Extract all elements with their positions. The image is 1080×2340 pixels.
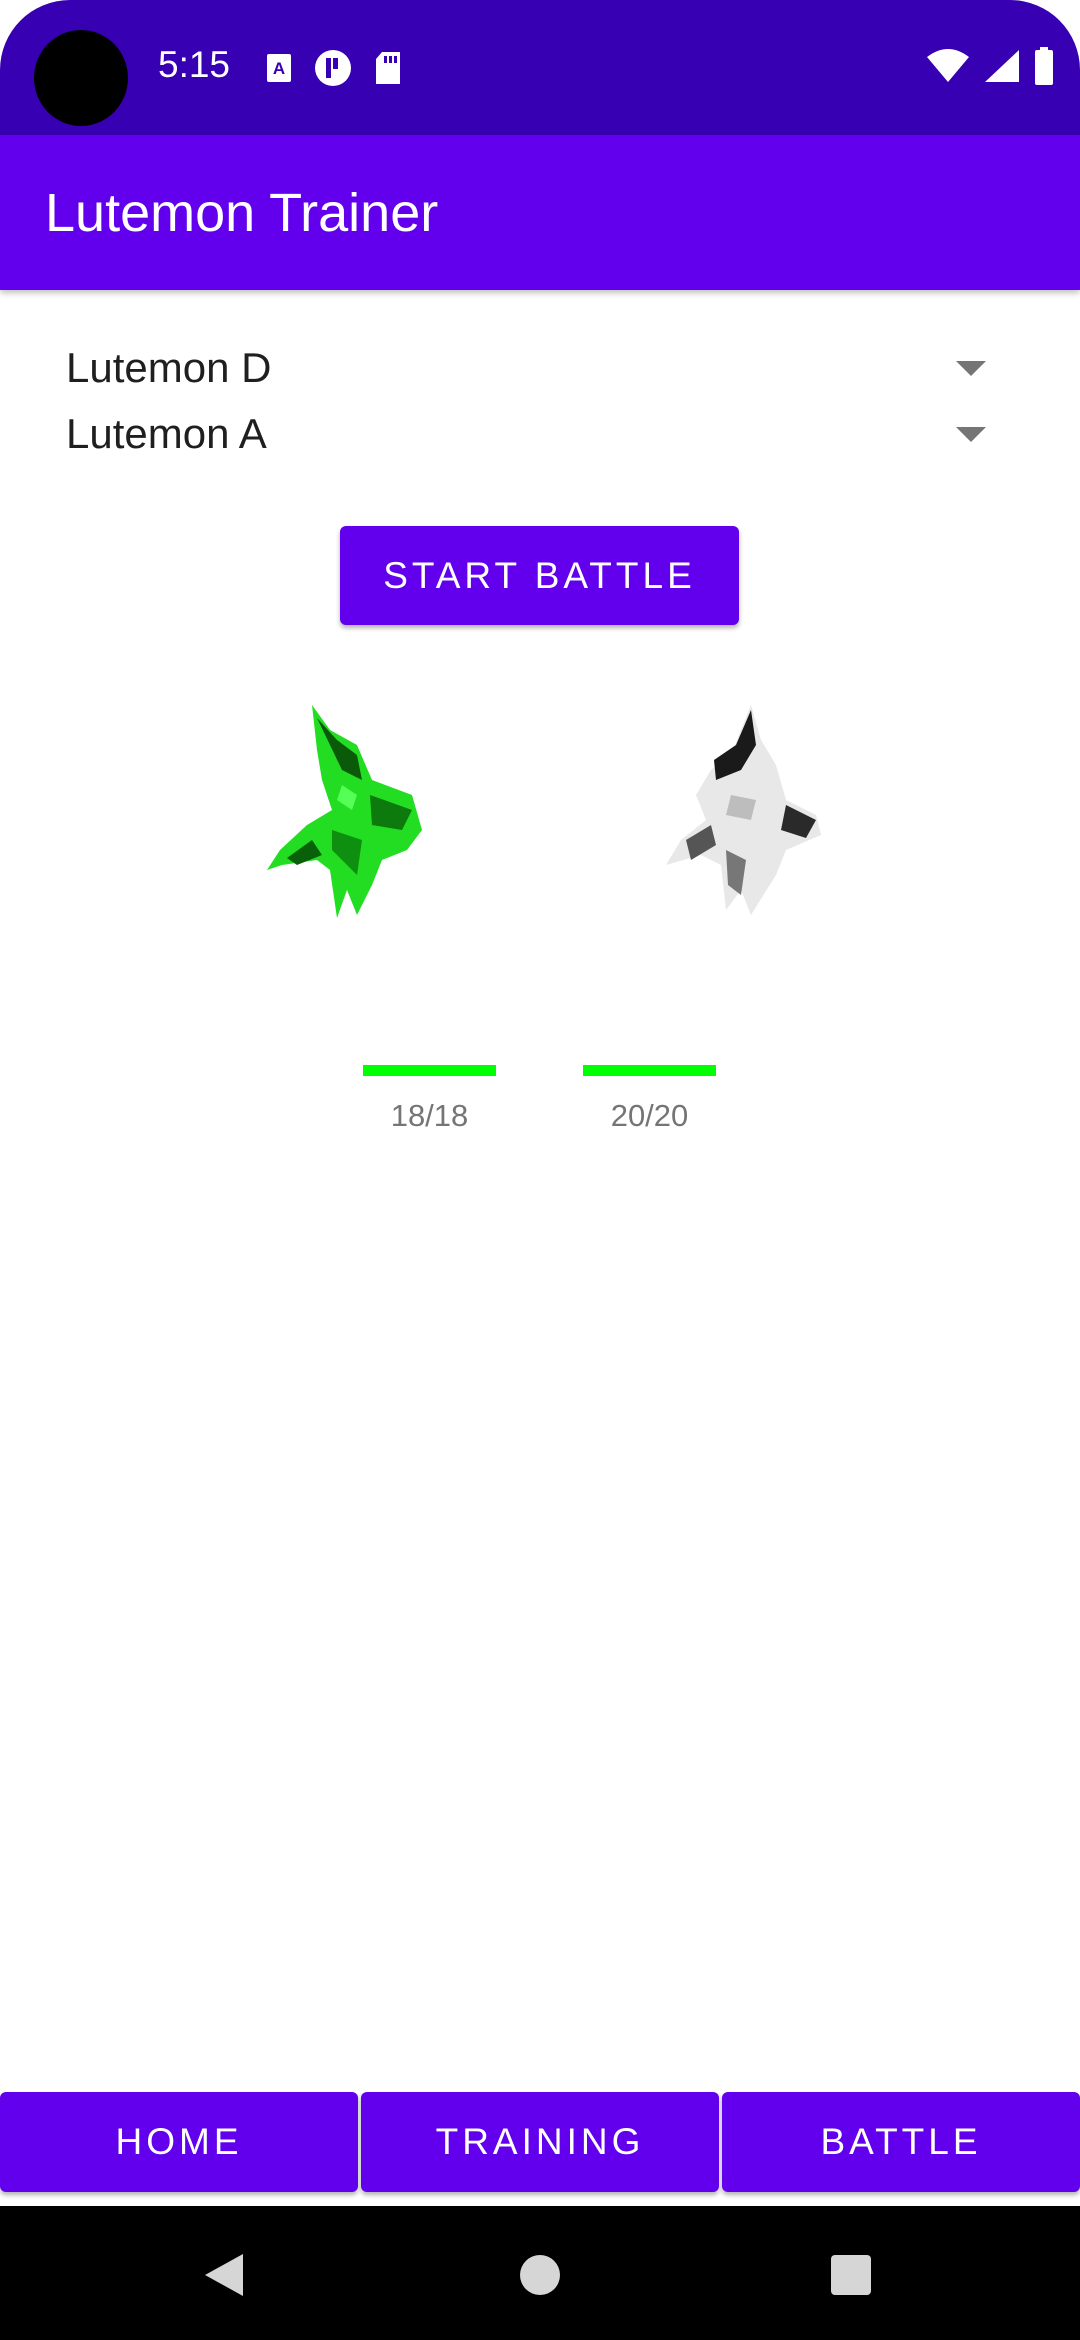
status-bar: 5:15 A (0, 0, 1080, 135)
white-lutemon-sprite (656, 700, 826, 930)
sd-card-icon (374, 51, 402, 90)
screen: 5:15 A Lutemon Trainer Lutemon D Lutemon… (0, 0, 1080, 2340)
bottom-nav: HOME TRAINING BATTLE (0, 2092, 1080, 2192)
lutemon-1-spinner[interactable]: Lutemon D (66, 336, 1006, 400)
battle-button[interactable]: BATTLE (722, 2092, 1080, 2192)
signal-icon (984, 49, 1020, 88)
start-battle-button[interactable]: START BATTLE (340, 526, 739, 625)
hp-text-2: 20/20 (610, 1098, 689, 1133)
lutemon-2-spinner[interactable]: Lutemon A (66, 402, 1006, 466)
hp-fill-1 (363, 1065, 496, 1076)
recents-square-icon[interactable] (831, 2255, 871, 2295)
app-title: Lutemon Trainer (45, 182, 439, 243)
hp-bar-2 (583, 1065, 716, 1076)
home-button[interactable]: HOME (0, 2092, 358, 2192)
hp-fill-2 (583, 1065, 716, 1076)
battery-icon (1034, 46, 1054, 90)
p-circle-icon (314, 49, 352, 92)
svg-text:A: A (273, 59, 285, 78)
app-bar: Lutemon Trainer (0, 135, 1080, 290)
dropdown-arrow-icon (956, 360, 986, 376)
training-button[interactable]: TRAINING (361, 2092, 719, 2192)
text-a-icon: A (266, 53, 292, 88)
hp-text-1: 18/18 (390, 1098, 469, 1133)
green-lutemon-sprite (262, 700, 432, 930)
wifi-icon (926, 48, 970, 88)
spinner-selected-text: Lutemon D (66, 344, 272, 391)
dropdown-arrow-icon (956, 426, 986, 442)
back-icon[interactable] (205, 2254, 243, 2296)
camera-cutout (34, 30, 128, 126)
spinner-selected-text: Lutemon A (66, 410, 267, 457)
home-circle-icon[interactable] (520, 2255, 560, 2295)
hp-bar-1 (363, 1065, 496, 1076)
status-icons-left: A (266, 49, 402, 90)
status-time: 5:15 (158, 44, 231, 85)
system-nav-bar (0, 2206, 1080, 2340)
status-icons-right (926, 46, 1054, 88)
